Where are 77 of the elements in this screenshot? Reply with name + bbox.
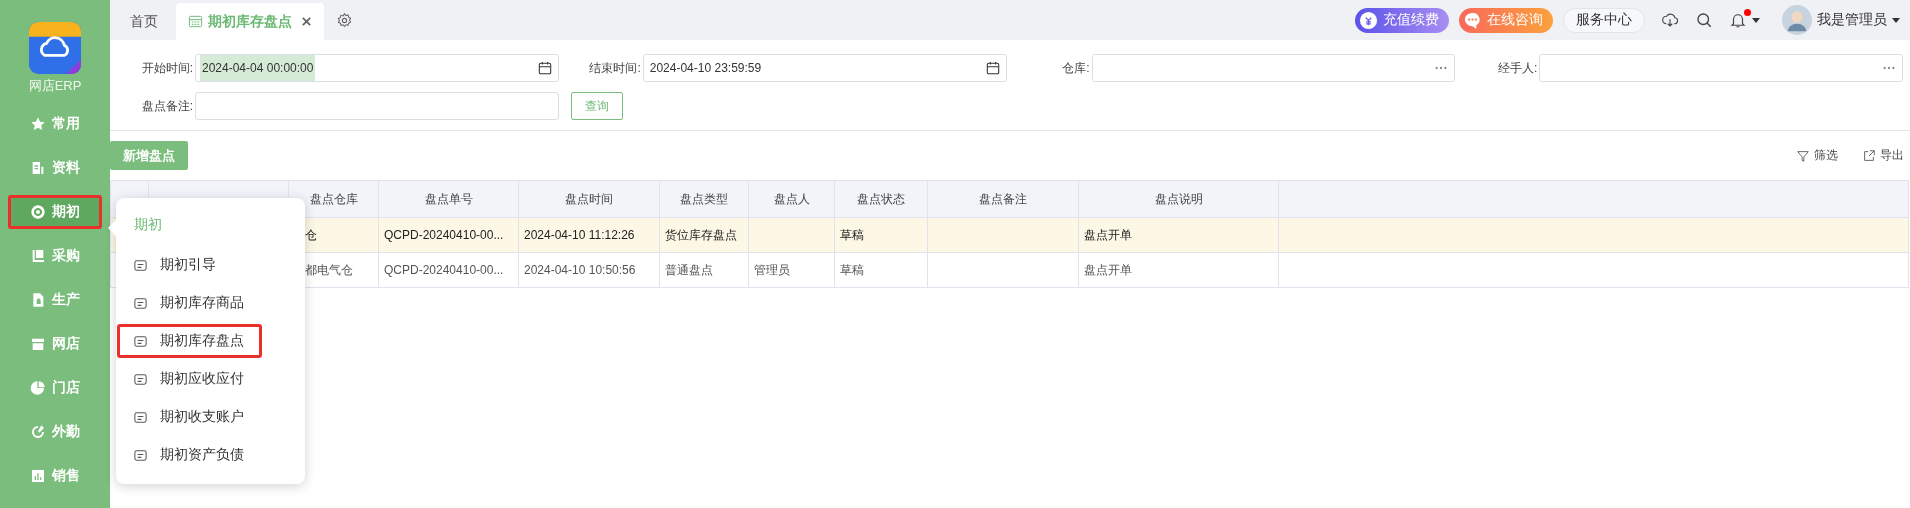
recharge-button[interactable]: 充值续费 xyxy=(1355,7,1449,33)
menu-icon xyxy=(30,116,46,132)
tab[interactable]: 首页 xyxy=(110,3,176,40)
close-icon[interactable] xyxy=(301,16,312,27)
table-cell: QCPD-20240410-00... xyxy=(384,228,504,242)
cloud-download-icon[interactable] xyxy=(1661,11,1679,29)
menu-icon xyxy=(133,257,148,273)
export-icon xyxy=(1862,148,1876,163)
export-button[interactable]: 导出 xyxy=(1862,147,1904,164)
logo-icon xyxy=(28,22,82,74)
money-bag-icon xyxy=(1359,10,1378,30)
input-field[interactable] xyxy=(1539,54,1903,82)
menu-icon xyxy=(133,333,148,349)
more-icon[interactable] xyxy=(1882,66,1896,70)
table-cell: 草稿 xyxy=(840,262,864,277)
table-cell: 盘点开单 xyxy=(1084,262,1132,277)
user-name[interactable]: 我是管理员 xyxy=(1817,11,1887,29)
input-field[interactable]: 2024-04-04 00:00:00 xyxy=(195,54,559,82)
service-center-button[interactable]: 服务中心 xyxy=(1563,7,1645,33)
menu-icon xyxy=(30,204,46,220)
submenu-item[interactable]: 期初资产负债 xyxy=(117,438,262,472)
column-header: 盘点仓库 xyxy=(309,191,358,206)
avatar-icon[interactable] xyxy=(1782,5,1812,35)
column-header: 盘点备注 xyxy=(979,191,1027,206)
notification-icon[interactable] xyxy=(1729,11,1747,29)
table-cell: QCPD-20240410-00... xyxy=(384,263,504,277)
submenu-item[interactable]: 期初库存商品 xyxy=(117,286,262,320)
table-cell: 货位库存盘点 xyxy=(665,227,737,242)
column-header: 盘点类型 xyxy=(680,191,728,206)
field-label: 经手人: xyxy=(1496,59,1539,77)
table-cell: 2024-04-10 10:50:56 xyxy=(524,263,636,277)
submenu-item[interactable]: 期初库存盘点 xyxy=(117,324,262,358)
table-cell: 普通盘点 xyxy=(665,262,713,277)
input-field[interactable]: 2024-04-10 23:59:59 xyxy=(642,54,1007,82)
filter-button[interactable]: 筛选 xyxy=(1796,147,1838,164)
menu-icon xyxy=(133,371,148,387)
submenu-item[interactable]: 期初收支账户 xyxy=(117,400,262,434)
settings-icon[interactable] xyxy=(336,11,353,29)
menu-icon xyxy=(133,409,148,425)
field-label: 盘点备注: xyxy=(140,97,194,115)
menu-icon xyxy=(30,380,46,396)
filter-icon xyxy=(1796,148,1810,163)
column-header: 盘点说明 xyxy=(1154,191,1203,206)
table-cell: 盘点开单 xyxy=(1084,227,1132,242)
more-icon[interactable] xyxy=(1434,66,1449,70)
submenu-item[interactable]: 期初应收应付 xyxy=(117,362,262,396)
table-cell: 2024-04-10 11:12:26 xyxy=(524,228,635,242)
field-label: 开始时间: xyxy=(140,59,194,77)
column-header: 盘点状态 xyxy=(857,191,905,206)
table-cell: 管理员 xyxy=(754,262,790,277)
table-cell: 仓 xyxy=(305,227,317,242)
table-cell: 都电气仓 xyxy=(305,262,353,277)
menu-icon xyxy=(30,248,46,264)
menu-icon xyxy=(30,468,46,484)
chat-icon xyxy=(1463,10,1482,30)
search-icon[interactable] xyxy=(1695,11,1713,29)
menu-icon xyxy=(30,292,46,308)
caret-icon[interactable] xyxy=(1752,17,1760,23)
menu-icon xyxy=(30,424,46,440)
table-cell: 草稿 xyxy=(840,227,864,242)
menu-icon xyxy=(133,447,148,463)
input-field[interactable] xyxy=(195,92,559,120)
column-header: 盘点时间 xyxy=(565,191,613,206)
calendar-icon[interactable] xyxy=(537,61,552,75)
field-label: 仓库: xyxy=(1061,59,1091,77)
menu-icon xyxy=(30,160,46,176)
calendar-icon[interactable] xyxy=(985,61,1000,75)
column-header: 盘点单号 xyxy=(424,191,473,206)
caret-icon[interactable] xyxy=(1892,17,1900,23)
field-label: 结束时间: xyxy=(588,59,642,77)
menu-icon xyxy=(30,336,46,352)
column-header: 盘点人 xyxy=(773,191,810,206)
submenu-title: 期初 xyxy=(134,216,162,234)
menu-icon xyxy=(133,295,148,311)
input-field[interactable] xyxy=(1091,54,1456,82)
app-name: 网店ERP xyxy=(28,77,82,95)
calendar-icon xyxy=(188,14,203,29)
